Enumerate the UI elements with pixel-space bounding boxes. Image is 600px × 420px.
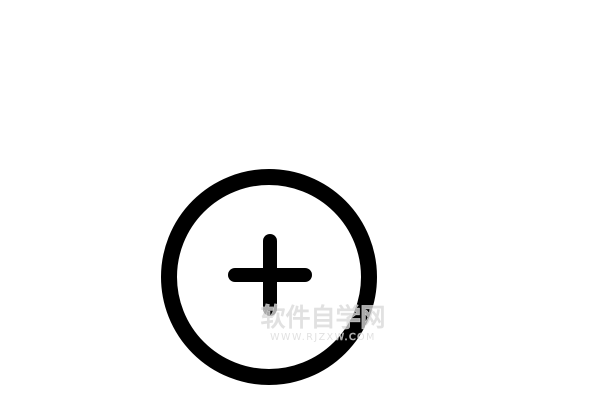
plus-circle-icon xyxy=(161,169,377,385)
watermark-url: WWW.RJZXW.COM xyxy=(270,332,376,343)
watermark-logo: 软件自学网 WWW.RJZXW.COM xyxy=(248,301,398,343)
watermark-title: 软件自学网 xyxy=(260,303,385,332)
canvas: 软件自学网 WWW.RJZXW.COM xyxy=(0,0,600,420)
watermark-logo-graphic: 软件自学网 WWW.RJZXW.COM xyxy=(260,302,386,343)
